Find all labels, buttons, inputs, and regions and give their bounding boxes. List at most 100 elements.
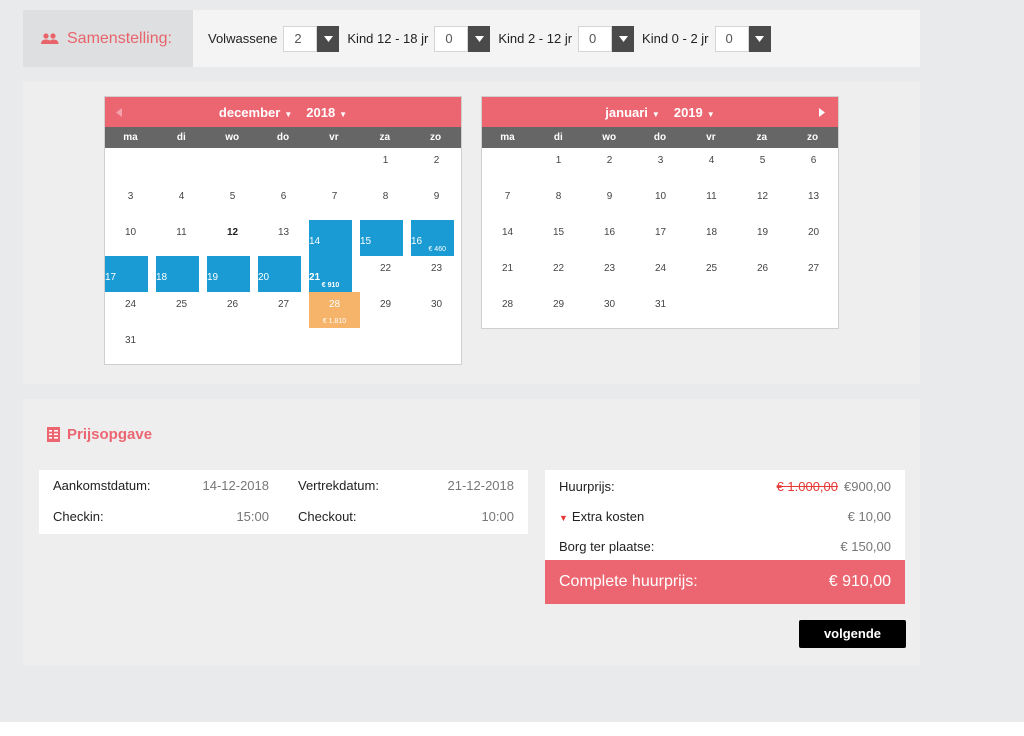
next-month-button[interactable] — [810, 97, 834, 127]
empty-day-cell — [207, 148, 258, 184]
day-cell[interactable]: 6 — [258, 184, 309, 220]
day-cell[interactable]: 3 — [635, 148, 686, 184]
day-cell[interactable]: 7 — [482, 184, 533, 220]
caret-down-icon — [323, 35, 333, 42]
extra-costs-toggle[interactable]: ▼ Extra kosten — [559, 509, 644, 524]
day-cell[interactable]: 8 — [533, 184, 584, 220]
day-cell[interactable]: 24 — [105, 292, 156, 328]
kids-12-18-select[interactable]: 0 — [434, 25, 491, 52]
year-select[interactable]: 2018 ▼ — [306, 105, 347, 120]
day-cell[interactable]: 26 — [737, 256, 788, 292]
day-cell[interactable]: 20 — [788, 220, 839, 256]
day-cell[interactable]: 31 — [105, 328, 156, 364]
day-cell[interactable]: 25 — [686, 256, 737, 292]
day-cell[interactable]: 20 — [258, 256, 301, 292]
day-cell[interactable]: 6 — [788, 148, 839, 184]
day-cell[interactable]: 17 — [105, 256, 148, 292]
day-cell[interactable]: 15 — [533, 220, 584, 256]
kids-0-2-select[interactable]: 0 — [714, 25, 771, 52]
extra-costs-row[interactable]: ▼ Extra kosten € 10,00 — [545, 500, 905, 530]
day-cell[interactable]: 18 — [156, 256, 199, 292]
day-cell[interactable]: 22 — [533, 256, 584, 292]
day-cell[interactable]: 15 — [360, 220, 403, 256]
day-cell[interactable]: 1 — [533, 148, 584, 184]
kids-2-12-select[interactable]: 0 — [578, 25, 635, 52]
day-cell[interactable]: 8 — [360, 184, 411, 220]
day-cell[interactable]: 9 — [584, 184, 635, 220]
year-select[interactable]: 2019 ▼ — [674, 105, 715, 120]
month-select[interactable]: december ▼ — [219, 105, 292, 120]
rent-row: Huurprijs: € 1.000,00 €900,00 — [545, 470, 905, 500]
day-cell[interactable]: 19 — [207, 256, 250, 292]
day-cell[interactable]: 27 — [258, 292, 309, 328]
day-cell[interactable]: 16 € 460 — [411, 220, 454, 256]
day-cell[interactable]: 24 — [635, 256, 686, 292]
day-number: 6 — [810, 155, 817, 166]
rent-label: Huurprijs: — [559, 479, 615, 494]
day-cell[interactable]: 21 — [482, 256, 533, 292]
day-cell[interactable]: 5 — [737, 148, 788, 184]
adults-dropdown-button[interactable] — [317, 25, 340, 52]
day-cell[interactable]: 10 — [105, 220, 156, 256]
day-cell[interactable]: 11 — [686, 184, 737, 220]
day-cell[interactable]: 5 — [207, 184, 258, 220]
day-cell[interactable]: 29 — [533, 292, 584, 328]
day-number: 11 — [176, 227, 187, 238]
day-cell[interactable]: 13 — [788, 184, 839, 220]
day-cell[interactable]: 28 — [482, 292, 533, 328]
kids-2-12-value[interactable]: 0 — [578, 25, 613, 52]
day-cell[interactable]: 28 € 1.810 — [309, 292, 360, 328]
quote-header: Prijsopgave — [47, 426, 152, 443]
day-cell[interactable]: 23 — [584, 256, 635, 292]
month-select[interactable]: januari ▼ — [605, 105, 660, 120]
adults-select[interactable]: 2 — [283, 25, 340, 52]
day-cell[interactable]: 2 — [411, 148, 462, 184]
day-cell[interactable]: 3 — [105, 184, 156, 220]
day-cell[interactable]: 23 — [411, 256, 462, 292]
day-cell[interactable]: 12 — [207, 220, 258, 256]
day-cell[interactable]: 4 — [686, 148, 737, 184]
prev-month-button[interactable] — [107, 97, 131, 127]
day-cell[interactable]: 2 — [584, 148, 635, 184]
day-cell[interactable]: 9 — [411, 184, 462, 220]
next-button[interactable]: volgende — [799, 620, 906, 648]
kids-12-18-dropdown-button[interactable] — [468, 25, 491, 52]
adults-value[interactable]: 2 — [283, 25, 318, 52]
day-cell[interactable]: 26 — [207, 292, 258, 328]
day-cell[interactable]: 10 — [635, 184, 686, 220]
day-cell[interactable]: 30 — [584, 292, 635, 328]
kids-12-18-value[interactable]: 0 — [434, 25, 469, 52]
day-number: 24 — [654, 263, 667, 274]
dates-row: Aankomstdatum: 14-12-2018 Vertrekdatum: … — [39, 478, 528, 504]
day-cell[interactable]: 11 — [156, 220, 207, 256]
day-cell[interactable]: 21 € 910 — [309, 256, 352, 292]
weekday-label: wo — [225, 132, 240, 143]
day-cell[interactable]: 14 — [309, 220, 352, 256]
day-cell[interactable]: 31 — [635, 292, 686, 328]
day-cell[interactable]: 30 — [411, 292, 462, 328]
day-cell[interactable]: 14 — [482, 220, 533, 256]
year-label: 2018 — [306, 104, 336, 120]
day-number: 29 — [379, 299, 392, 310]
day-cell[interactable]: 4 — [156, 184, 207, 220]
day-number: 12 — [226, 227, 239, 238]
day-cell[interactable]: 18 — [686, 220, 737, 256]
people-icon — [41, 32, 59, 44]
day-cell[interactable]: 25 — [156, 292, 207, 328]
day-price: € 910 — [321, 282, 340, 289]
day-cell[interactable]: 7 — [309, 184, 360, 220]
kids-0-2-dropdown-button[interactable] — [748, 25, 771, 52]
day-cell[interactable]: 27 — [788, 256, 839, 292]
day-cell[interactable]: 1 — [360, 148, 411, 184]
day-cell[interactable]: 29 — [360, 292, 411, 328]
day-cell[interactable]: 19 — [737, 220, 788, 256]
day-cell[interactable]: 22 — [360, 256, 411, 292]
kids-0-2-value[interactable]: 0 — [714, 25, 749, 52]
day-cell[interactable]: 13 — [258, 220, 309, 256]
day-cell[interactable]: 12 — [737, 184, 788, 220]
empty-day-cell — [309, 148, 360, 184]
day-cell[interactable]: 17 — [635, 220, 686, 256]
day-cell[interactable]: 16 — [584, 220, 635, 256]
weekday-label: wo — [602, 132, 617, 143]
kids-2-12-dropdown-button[interactable] — [612, 25, 635, 52]
